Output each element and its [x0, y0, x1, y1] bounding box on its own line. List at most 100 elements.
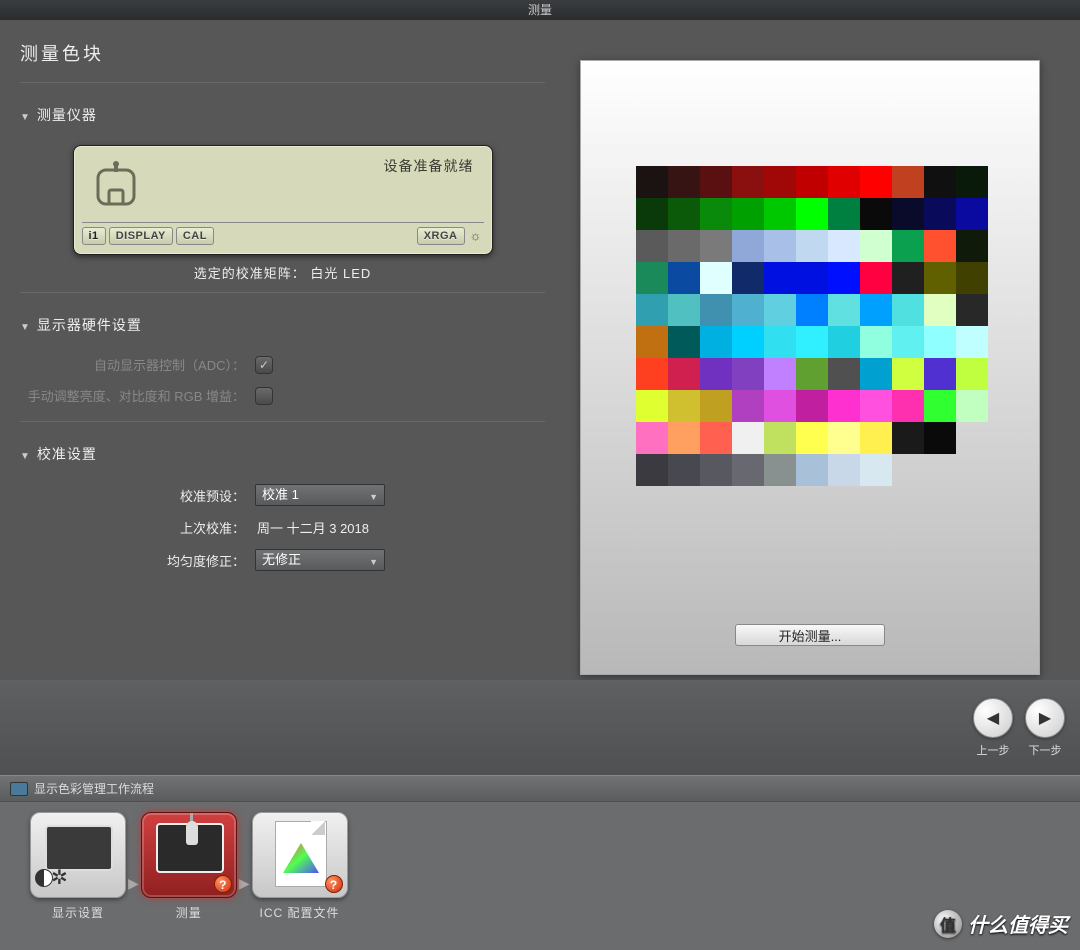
arrow-left-icon: ◀ [973, 698, 1013, 738]
color-patch [796, 390, 828, 422]
color-patch [860, 326, 892, 358]
divider [20, 82, 545, 83]
adc-label: 自动显示器控制（ADC）： [20, 355, 255, 374]
color-patch [828, 294, 860, 326]
color-patch [668, 166, 700, 198]
color-patch [796, 454, 828, 486]
color-patch [860, 390, 892, 422]
color-patch [700, 454, 732, 486]
indicator-xrga: XRGA [417, 227, 465, 245]
measure-icon: ? [141, 812, 237, 898]
indicator-display: DISPLAY [109, 227, 173, 245]
color-patch [668, 198, 700, 230]
color-patch [764, 454, 796, 486]
color-patch [764, 166, 796, 198]
color-patch [796, 230, 828, 262]
watermark-text: 什么值得买 [968, 909, 1068, 938]
preset-select[interactable]: 校准 1 [255, 484, 385, 506]
main-area: 测量色块 测量仪器 设备准备就绪 i1 DISPLAY CAL [0, 20, 1080, 680]
section-header-instrument[interactable]: 测量仪器 [20, 101, 545, 129]
color-patch [668, 422, 700, 454]
color-patch [828, 422, 860, 454]
color-patch [924, 422, 956, 454]
color-patch [732, 198, 764, 230]
uniformity-label: 均匀度修正： [20, 551, 255, 570]
color-patch [636, 422, 668, 454]
color-patch [668, 326, 700, 358]
window-title-bar: 测量 [0, 0, 1080, 20]
workflow-step-icc-profile[interactable]: ? ICC 配置文件 [252, 812, 348, 921]
color-patch [860, 454, 892, 486]
right-panel: 开始测量... [570, 20, 1080, 680]
workflow-step-label: 测量 [176, 904, 202, 921]
color-patch [828, 390, 860, 422]
adc-checkbox[interactable]: ✓ [255, 356, 273, 374]
color-patch [828, 358, 860, 390]
device-lcd-panel: 设备准备就绪 i1 DISPLAY CAL XRGA ☼ [73, 145, 493, 255]
color-patch [828, 262, 860, 294]
color-patch [956, 262, 988, 294]
indicator-i1: i1 [82, 227, 106, 245]
color-patch [924, 294, 956, 326]
prev-button[interactable]: ◀ 上一步 [973, 698, 1013, 758]
color-patch [892, 230, 924, 262]
color-patch [796, 262, 828, 294]
workflow-items: ✲ 显示设置 ▶ ? 测量 ▶ [0, 802, 1080, 931]
color-patch [892, 358, 924, 390]
device-caption: 选定的校准矩阵： 白光 LED [20, 263, 545, 282]
color-patch [700, 166, 732, 198]
color-patch [668, 390, 700, 422]
color-patch [892, 262, 924, 294]
calibration-matrix-value: 白光 LED [310, 266, 371, 281]
color-patch [796, 166, 828, 198]
display-settings-icon: ✲ [30, 812, 126, 898]
color-patch [924, 166, 956, 198]
color-patch [732, 454, 764, 486]
color-patch [636, 390, 668, 422]
color-patch [860, 422, 892, 454]
color-patch [924, 358, 956, 390]
colorimeter-icon [92, 160, 140, 210]
color-patch [668, 262, 700, 294]
color-patch [828, 326, 860, 358]
manual-adjust-label: 手动调整亮度、对比度和 RGB 增益： [20, 386, 255, 405]
section-header-hardware[interactable]: 显示器硬件设置 [20, 311, 545, 339]
indicator-cal: CAL [176, 227, 214, 245]
color-patch [892, 390, 924, 422]
color-patch [764, 422, 796, 454]
color-patch [956, 198, 988, 230]
manual-adjust-checkbox[interactable] [255, 387, 273, 405]
color-patch [828, 454, 860, 486]
color-patch [796, 294, 828, 326]
color-patch [796, 326, 828, 358]
workflow-step-label: 显示设置 [52, 904, 104, 921]
color-patch [796, 422, 828, 454]
uniformity-select[interactable]: 无修正 [255, 549, 385, 571]
nav-area: ◀ 上一步 ▶ 下一步 [0, 680, 1080, 775]
last-calibration-label: 上次校准： [20, 518, 255, 537]
start-measurement-button[interactable]: 开始测量... [735, 624, 885, 646]
color-patch [668, 230, 700, 262]
color-patch [732, 262, 764, 294]
color-patch [732, 166, 764, 198]
workflow-bar: 显示色彩管理工作流程 ✲ 显示设置 ▶ ? 测量 ▶ [0, 775, 1080, 950]
color-patch [924, 230, 956, 262]
section-header-calibration[interactable]: 校准设置 [20, 440, 545, 468]
color-patch [668, 358, 700, 390]
device-indicator-bar: i1 DISPLAY CAL XRGA ☼ [82, 222, 484, 248]
next-button[interactable]: ▶ 下一步 [1025, 698, 1065, 758]
color-patch [732, 390, 764, 422]
color-patch [796, 358, 828, 390]
color-patch-grid [636, 166, 988, 486]
color-patch [860, 166, 892, 198]
color-patch [860, 230, 892, 262]
color-patch [732, 326, 764, 358]
workflow-step-measure[interactable]: ? 测量 [141, 812, 237, 921]
color-patch [956, 166, 988, 198]
color-patch [956, 294, 988, 326]
color-patch [764, 262, 796, 294]
preview-card: 开始测量... [580, 60, 1040, 675]
color-patch [764, 358, 796, 390]
color-patch [764, 390, 796, 422]
workflow-step-display-settings[interactable]: ✲ 显示设置 [30, 812, 126, 921]
